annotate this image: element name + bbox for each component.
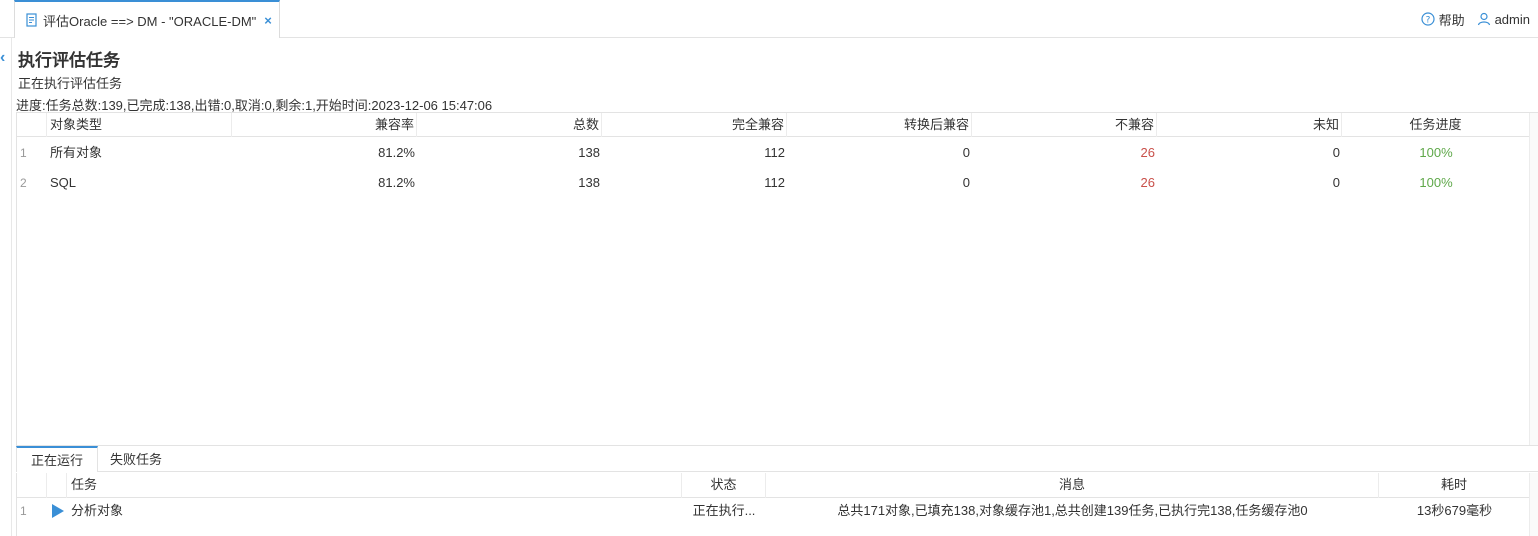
column-header-full[interactable]: 完全兼容: [602, 113, 787, 137]
vertical-scrollbar[interactable]: [1529, 113, 1538, 445]
close-icon[interactable]: ×: [264, 13, 272, 28]
chevron-left-icon[interactable]: ‹: [0, 50, 5, 66]
task-table-header: 任务 状态 消息 耗时: [17, 473, 1530, 498]
left-panel-edge: [0, 38, 12, 536]
column-header-message[interactable]: 消息: [766, 473, 1379, 498]
row-number: 2: [20, 176, 27, 190]
cell-message: 总共171对象,已填充138,对象缓存池1,总共创建139任务,已执行完138,…: [837, 503, 1308, 518]
summary-table: 对象类型 兼容率 总数 完全兼容 转换后兼容 不兼容 未知 任务进度 1 所有对…: [16, 112, 1538, 446]
cell-total: 138: [578, 145, 600, 160]
cell-total: 138: [578, 175, 600, 190]
document-icon: [26, 13, 37, 27]
cell-incompatible[interactable]: 26: [972, 168, 1157, 198]
lower-tab-bar: 正在运行 失败任务: [16, 446, 1538, 472]
cell-progress: 100%: [1419, 145, 1453, 160]
svg-text:?: ?: [1425, 16, 1430, 26]
table-row[interactable]: 1 所有对象 81.2% 138 112 0 26 0 100%: [17, 138, 1530, 168]
cell-type: SQL: [50, 175, 77, 190]
table-row[interactable]: 1 分析对象 正在执行... 总共171对象,已填充138,对象缓存池1,总共创…: [17, 498, 1530, 524]
table-row[interactable]: 2 SQL 81.2% 138 112 0 26 0 100%: [17, 168, 1530, 198]
play-icon[interactable]: [52, 504, 64, 518]
task-table: 任务 状态 消息 耗时 1 分析对象 正在执行... 总共171对象,已填充13…: [16, 473, 1538, 536]
header-icon-col: [47, 473, 67, 498]
column-header-unknown[interactable]: 未知: [1157, 113, 1342, 137]
column-header-rate[interactable]: 兼容率: [232, 113, 417, 137]
column-header-status[interactable]: 状态: [682, 473, 766, 498]
summary-table-header: 对象类型 兼容率 总数 完全兼容 转换后兼容 不兼容 未知 任务进度: [17, 113, 1530, 137]
tab-title: 评估Oracle ==> DM - "ORACLE-DM": [43, 13, 257, 29]
help-icon: ?: [1420, 12, 1435, 26]
cell-rate: 81.2%: [378, 175, 415, 190]
cell-converted: 0: [962, 145, 970, 160]
header-rownum: [17, 473, 47, 498]
column-header-total[interactable]: 总数: [417, 113, 602, 137]
help-button[interactable]: ? 帮助: [1420, 10, 1465, 29]
row-number: 1: [20, 504, 27, 518]
cell-rate: 81.2%: [378, 145, 415, 160]
vertical-scrollbar[interactable]: [1529, 473, 1538, 536]
user-label: admin: [1494, 11, 1530, 27]
user-menu[interactable]: admin: [1477, 12, 1530, 27]
page-subtitle: 正在执行评估任务: [18, 76, 123, 91]
cell-status: 正在执行...: [692, 503, 756, 518]
tab-failed[interactable]: 失败任务: [96, 446, 176, 472]
cell-unknown: 0: [1332, 145, 1340, 160]
column-header-progress[interactable]: 任务进度: [1342, 113, 1530, 137]
tab-assessment[interactable]: 评估Oracle ==> DM - "ORACLE-DM" ×: [14, 0, 280, 38]
header-actions: ? 帮助 admin: [1420, 0, 1530, 38]
cell-incompatible[interactable]: 26: [972, 138, 1157, 168]
cell-unknown: 0: [1332, 175, 1340, 190]
header-rownum: [17, 113, 47, 137]
tab-running[interactable]: 正在运行: [16, 446, 99, 472]
cell-progress: 100%: [1419, 175, 1453, 190]
cell-task: 分析对象: [71, 503, 124, 518]
column-header-type[interactable]: 对象类型: [47, 113, 232, 137]
column-header-converted[interactable]: 转换后兼容: [787, 113, 972, 137]
cell-type: 所有对象: [50, 145, 103, 160]
column-header-incompatible[interactable]: 不兼容: [972, 113, 1157, 137]
user-icon: [1477, 12, 1490, 26]
column-header-elapsed[interactable]: 耗时: [1379, 473, 1530, 498]
cell-converted: 0: [962, 175, 970, 190]
row-number: 1: [20, 146, 27, 160]
cell-full: 112: [764, 175, 785, 190]
page-title: 执行评估任务: [18, 51, 120, 70]
help-label: 帮助: [1438, 12, 1465, 28]
column-header-task[interactable]: 任务: [67, 473, 682, 498]
cell-full: 112: [764, 145, 785, 160]
top-bar: 评估Oracle ==> DM - "ORACLE-DM" × ? 帮助 adm…: [0, 0, 1538, 38]
cell-elapsed: 13秒679毫秒: [1416, 503, 1493, 518]
